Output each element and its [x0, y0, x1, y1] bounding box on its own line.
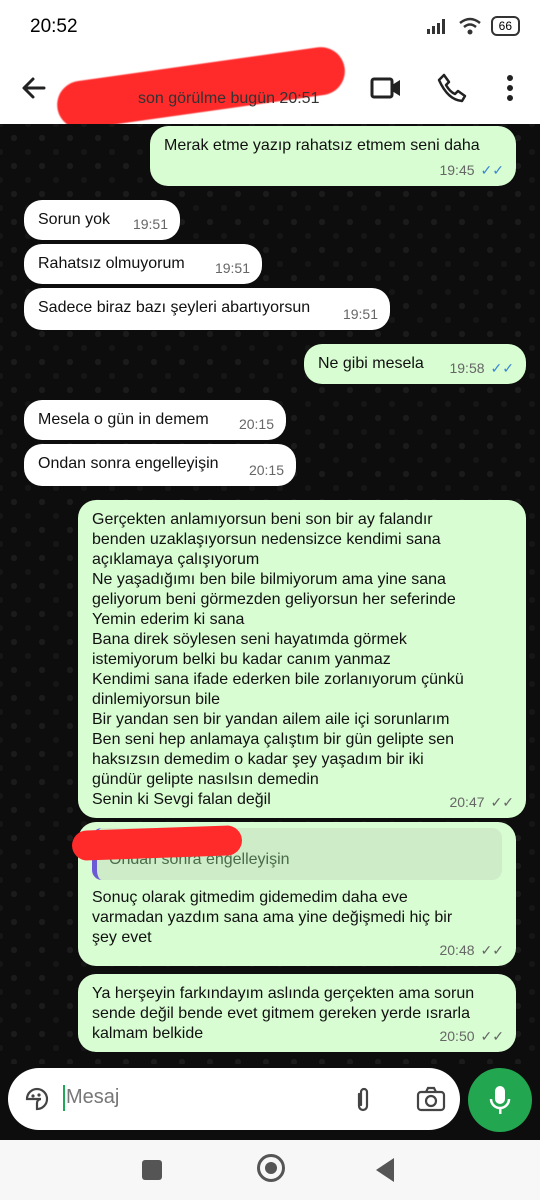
message-bubble[interactable]: Ya herşeyin farkındayım aslında gerçekte…: [78, 974, 516, 1052]
message-meta: 20:15: [249, 460, 284, 480]
wifi-icon: [458, 17, 481, 35]
message-text: Sonuç olarak gitmedim gidemedim daha eve…: [92, 889, 453, 946]
status-icons: 66: [426, 16, 520, 36]
message-time: 20:15: [248, 462, 284, 478]
attach-icon[interactable]: [352, 1086, 374, 1114]
message-meta: 19:51: [133, 214, 168, 234]
mic-button[interactable]: [468, 1068, 532, 1132]
read-ticks-icon: ✓✓: [480, 162, 504, 178]
message-bubble[interactable]: Sorun yok 19:51: [24, 200, 180, 240]
message-time: 20:48: [439, 942, 475, 958]
quoted-sender-redaction: [71, 825, 243, 861]
message-meta: 20:15: [239, 414, 274, 434]
sticker-icon[interactable]: [24, 1086, 50, 1112]
message-meta: 19:45 ✓✓: [439, 160, 504, 180]
message-time: 19:51: [132, 216, 168, 232]
system-nav-bar: [0, 1140, 540, 1200]
message-time: 19:51: [214, 260, 250, 276]
message-meta: 20:50 ✓✓: [439, 1026, 504, 1046]
system-back-button[interactable]: [376, 1158, 394, 1182]
text-caret: [63, 1085, 65, 1111]
message-text: Mesela o gün in demem: [38, 411, 209, 428]
delivered-ticks-icon: ✓✓: [480, 942, 504, 958]
message-bubble[interactable]: Gerçekten anlamıyorsun beni son bir ay f…: [78, 500, 526, 818]
message-placeholder: Mesaj: [66, 1086, 120, 1108]
message-time: 20:15: [238, 416, 274, 432]
phone-icon[interactable]: [434, 70, 470, 106]
message-meta: 19:58 ✓✓: [449, 358, 514, 378]
message-time: 19:51: [342, 306, 378, 322]
message-bubble[interactable]: Mesela o gün in demem 20:15: [24, 400, 286, 440]
message-bubble[interactable]: Rahatsız olmuyorum 19:51: [24, 244, 262, 284]
contact-name-redaction[interactable]: [54, 44, 348, 132]
message-meta: 20:48 ✓✓: [439, 940, 504, 960]
signal-icon: [426, 19, 445, 34]
status-bar: 20:52 66: [0, 0, 540, 56]
message-text: Sadece biraz bazı şeyleri abartıyorsun: [38, 299, 311, 316]
camera-icon[interactable]: [416, 1086, 446, 1112]
home-button[interactable]: [257, 1154, 285, 1182]
message-text: Gerçekten anlamıyorsun beni son bir ay f…: [92, 511, 464, 808]
status-time: 20:52: [30, 16, 78, 37]
message-bubble[interactable]: Sadece biraz bazı şeyleri abartıyorsun 1…: [24, 288, 390, 330]
delivered-ticks-icon: ✓✓: [490, 794, 514, 810]
back-arrow-icon[interactable]: [18, 72, 50, 104]
message-meta: 19:51: [343, 304, 378, 324]
battery-indicator: 66: [490, 16, 520, 36]
composer-bar: Mesaj: [0, 1064, 540, 1140]
video-call-icon[interactable]: [368, 70, 404, 106]
delivered-ticks-icon: ✓✓: [480, 1028, 504, 1044]
more-vert-icon[interactable]: [492, 70, 528, 106]
message-input[interactable]: Mesaj: [8, 1068, 460, 1130]
message-time: 19:45: [439, 162, 475, 178]
message-list[interactable]: Merak etme yazıp rahatsız etmem seni dah…: [0, 124, 540, 1064]
message-meta: 19:51: [215, 258, 250, 278]
read-ticks-icon: ✓✓: [490, 360, 514, 376]
message-text: Ondan sonra engelleyişin: [38, 455, 219, 472]
last-seen-text: son görülme bugün 20:51: [138, 90, 320, 107]
message-bubble[interactable]: Ne gibi mesela 19:58 ✓✓: [304, 344, 526, 384]
message-time: 20:50: [439, 1028, 475, 1044]
recents-button[interactable]: [142, 1160, 162, 1180]
message-time: 20:47: [449, 794, 485, 810]
message-bubble[interactable]: Ondan sonra engelleyişin 20:15: [24, 444, 296, 486]
message-meta: 20:47 ✓✓: [449, 792, 514, 812]
message-time: 19:58: [449, 360, 485, 376]
mic-icon: [489, 1086, 511, 1114]
message-bubble[interactable]: Merak etme yazıp rahatsız etmem seni dah…: [150, 126, 516, 186]
chat-header: son görülme bugün 20:51: [0, 44, 540, 132]
message-text: Merak etme yazıp rahatsız etmem seni dah…: [164, 137, 480, 154]
